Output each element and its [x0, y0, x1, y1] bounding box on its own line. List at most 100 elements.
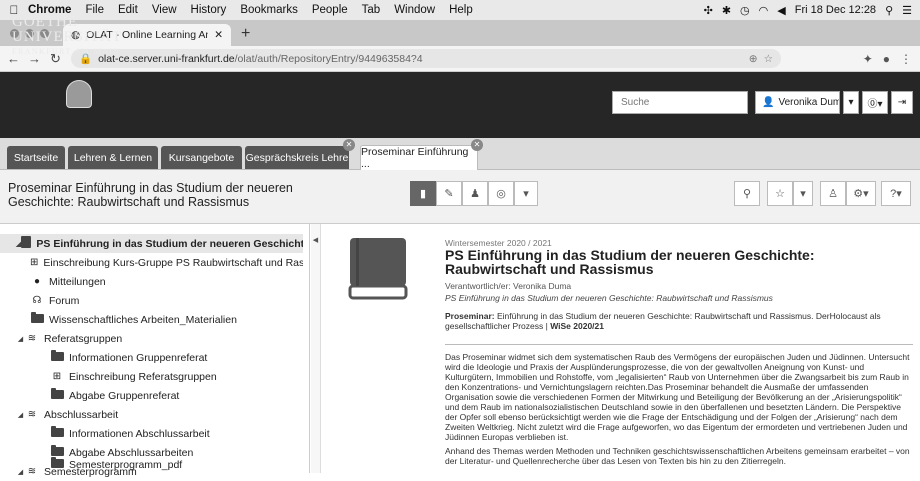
menu-root-course[interactable]: ◢ PS Einführung in das Studium der neuere…: [0, 234, 303, 253]
edit-button[interactable]: ✎: [436, 181, 462, 206]
settings-dropdown[interactable]: ⚙▾: [846, 181, 876, 206]
logout-button[interactable]: ⇥: [891, 91, 913, 114]
menu-item-referatsgruppen[interactable]: ◢ ≋ Referatsgruppen: [0, 329, 303, 348]
description-paragraph-2: Anhand des Themas werden Methoden und Te…: [445, 446, 910, 466]
description-paragraph-1: Das Proseminar widmet sich dem systemati…: [445, 352, 910, 442]
structure-icon: ≋: [27, 409, 37, 420]
tab-lehren-lernen[interactable]: Lehren & Lernen: [68, 146, 158, 169]
bookmark-star-icon[interactable]: ☆: [764, 53, 773, 65]
chrome-menu-icon[interactable]: ⋮: [900, 52, 912, 66]
assessment-icon: ◎: [496, 188, 506, 200]
tab-gespraechskreis-label: Gesprächskreis Lehre: [245, 151, 349, 164]
menu-item-informationen-abschlussarbeit[interactable]: Informationen Abschlussarbeit: [0, 424, 303, 443]
assessment-button[interactable]: ◎: [488, 181, 514, 206]
menu-item-abgabe-gruppenreferat[interactable]: Abgabe Gruppenreferat: [0, 386, 303, 405]
collapse-menu-handle[interactable]: ◀: [311, 224, 321, 473]
menu-view[interactable]: View: [152, 4, 177, 16]
url-bar[interactable]: 🔒 olat-ce.server.uni-frankfurt.de/olat/a…: [71, 49, 781, 68]
chevron-left-icon: ◀: [312, 237, 319, 244]
chevron-down-icon: ▾: [800, 188, 806, 200]
desc-term: WiSe 2020/21: [550, 321, 604, 331]
expand-arrow-icon[interactable]: ◢: [16, 335, 25, 343]
bluetooth-icon[interactable]: ✱: [722, 4, 731, 17]
menu-label: Abgabe Gruppenreferat: [69, 389, 180, 402]
folder-icon: [30, 311, 44, 326]
menu-item-semesterprogramm-pdf[interactable]: Semesterprogramm_pdf: [0, 457, 303, 473]
members-button[interactable]: ♟: [462, 181, 488, 206]
tab-proseminar[interactable]: Proseminar Einführung ... ✕: [360, 139, 483, 170]
responsible-label: Verantwortlich/er: Veronika Duma: [445, 281, 572, 291]
course-search-button[interactable]: ⚲: [734, 181, 760, 206]
spotlight-icon[interactable]: ⚲: [885, 4, 893, 17]
close-tab-icon[interactable]: ✕: [343, 139, 355, 151]
menu-item-mitteilungen[interactable]: ● Mitteilungen: [0, 272, 303, 291]
favorite-button[interactable]: ☆: [767, 181, 793, 206]
clock[interactable]: Fri 18 Dec 12:28: [795, 4, 876, 16]
menu-label: Einschreibung Referatsgruppen: [69, 370, 217, 383]
menu-people[interactable]: People: [312, 4, 348, 16]
user-menu-button[interactable]: 👤 Veronika Duma: [755, 91, 840, 114]
star-icon: ☆: [775, 188, 785, 200]
menu-label: Semesterprogramm_pdf: [69, 459, 183, 471]
help-dropdown[interactable]: ?▾: [881, 181, 911, 206]
forum-icon: ☊: [32, 295, 42, 306]
menu-item-informationen-gruppenreferat[interactable]: Informationen Gruppenreferat: [0, 348, 303, 367]
control-center-icon[interactable]: ☰: [902, 4, 912, 17]
desc-text: Einführung in das Studium der neueren Ge…: [445, 311, 881, 331]
dropbox-icon[interactable]: ✣: [704, 4, 713, 17]
participants-icon: ♙: [828, 188, 838, 200]
help-icon: ?▾: [890, 188, 902, 200]
extensions-icon[interactable]: ✦: [863, 52, 873, 66]
close-tab-icon[interactable]: ✕: [214, 29, 223, 41]
new-tab-button[interactable]: +: [241, 25, 250, 43]
tab-gespraechskreis[interactable]: Gesprächskreis Lehre ✕: [245, 139, 355, 169]
settings-icon: ⚙▾: [853, 188, 869, 200]
more-tools-dropdown[interactable]: ▾: [514, 181, 538, 206]
menu-tab[interactable]: Tab: [362, 4, 381, 16]
course-book-icon: [348, 238, 408, 300]
wifi-icon[interactable]: ◠: [759, 4, 769, 17]
user-dropdown-button[interactable]: ▾: [843, 91, 859, 114]
volume-icon[interactable]: ◀: [777, 4, 785, 17]
zoom-icon[interactable]: ⊕: [749, 53, 758, 65]
time-machine-icon[interactable]: ◷: [740, 4, 750, 17]
pencil-icon: ✎: [444, 188, 454, 200]
user-name: Veronika Duma: [778, 97, 839, 108]
menu-item-abschlussarbeit[interactable]: ◢ ≋ Abschlussarbeit: [0, 405, 303, 424]
logo-line3: FRANKFURT AM MAIN: [12, 47, 121, 56]
menu-item-wissenschaftliches-arbeiten[interactable]: Wissenschaftliches Arbeiten_Materialien: [0, 310, 303, 329]
menu-bookmarks[interactable]: Bookmarks: [240, 4, 298, 16]
menu-item-forum[interactable]: ☊ Forum: [0, 291, 303, 310]
browser-tabstrip: ◍ OLAT - Online Learning And Tr ✕ +: [0, 20, 920, 46]
menu-item-einschreibung-kurs[interactable]: ⊞ Einschreibung Kurs-Gruppe PS Raubwirtsc…: [0, 253, 303, 272]
close-tab-icon[interactable]: ✕: [471, 139, 483, 151]
logout-icon: ⇥: [897, 97, 907, 108]
participants-button[interactable]: ♙: [820, 181, 846, 206]
menu-label: Wissenschaftliches Arbeiten_Materialien: [49, 313, 237, 326]
folder-icon: [50, 349, 64, 364]
enrollment-icon: ⊞: [52, 371, 62, 382]
menu-label: Forum: [49, 294, 80, 307]
search-box: ⚲: [612, 91, 771, 114]
help-button[interactable]: ⓪▾: [862, 91, 888, 114]
menu-label: Informationen Abschlussarbeit: [69, 427, 210, 440]
tab-kursangebote[interactable]: Kursangebote: [161, 146, 242, 169]
search-input[interactable]: [613, 92, 761, 113]
university-logo[interactable]: GOETHE UNIVERSITÄT FRANKFURT AM MAIN: [12, 14, 122, 56]
menu-history[interactable]: History: [191, 4, 227, 16]
course-title: Proseminar Einführung in das Studium der…: [8, 181, 293, 209]
tab-startseite[interactable]: Startseite: [7, 146, 65, 169]
members-icon: ♟: [470, 188, 480, 200]
book-icon: [21, 236, 32, 251]
structure-icon: ≋: [27, 333, 37, 344]
menu-window[interactable]: Window: [394, 4, 435, 16]
book-icon: ▮: [419, 188, 427, 200]
desc-bold: Proseminar:: [445, 311, 495, 321]
favorite-dropdown[interactable]: ▾: [793, 181, 813, 206]
expand-arrow-icon[interactable]: ◢: [16, 411, 25, 419]
tab-proseminar-label: Proseminar Einführung ...: [361, 146, 469, 170]
menu-help[interactable]: Help: [449, 4, 473, 16]
profile-icon[interactable]: ●: [883, 52, 890, 66]
menu-item-einschreibung-referatsgruppen[interactable]: ⊞ Einschreibung Referatsgruppen: [0, 367, 303, 386]
course-view-button[interactable]: ▮: [410, 181, 436, 206]
